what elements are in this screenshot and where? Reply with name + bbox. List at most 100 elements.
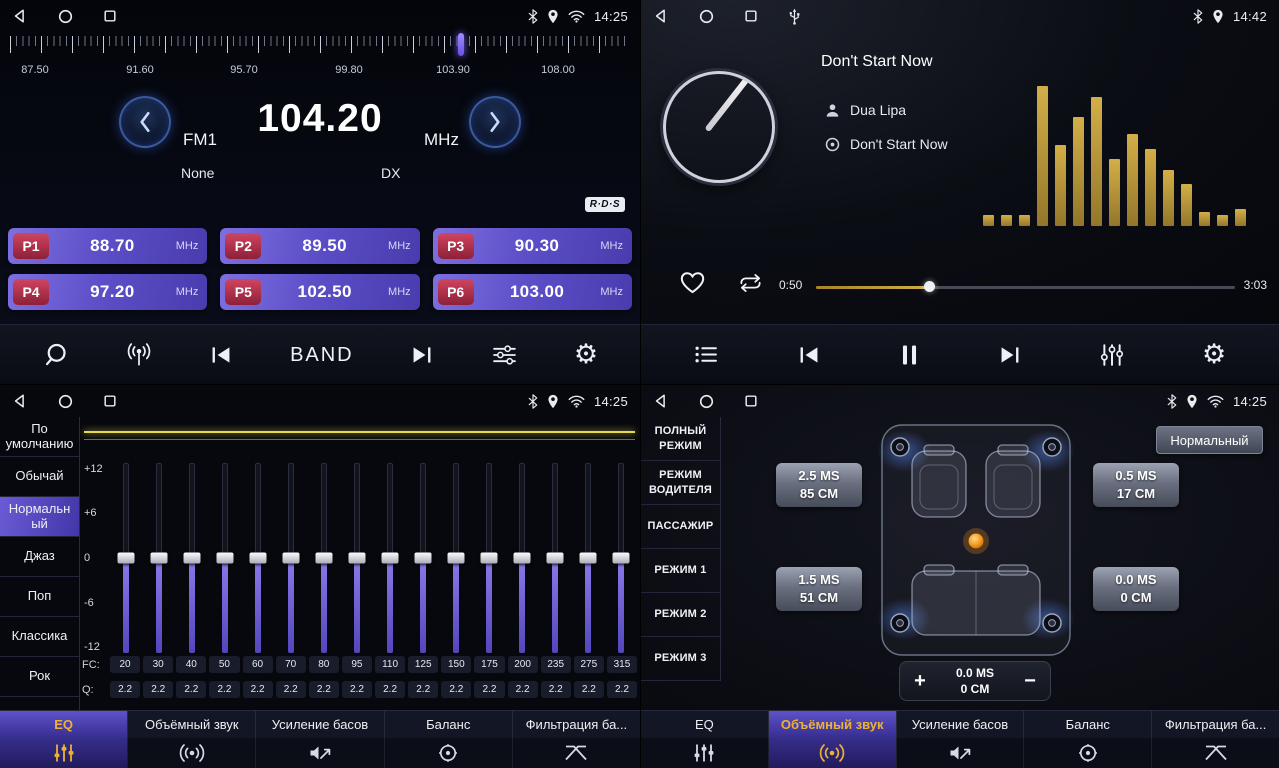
tune-down-button[interactable] bbox=[119, 96, 171, 148]
slider-handle[interactable] bbox=[612, 553, 629, 564]
eq-icon[interactable] bbox=[641, 738, 769, 768]
eq-band-slider-40[interactable] bbox=[176, 463, 209, 653]
surround-sound-icon[interactable] bbox=[769, 738, 897, 768]
tab-bass-boost[interactable]: Усиление басов bbox=[256, 711, 384, 738]
tab-surround-sound[interactable]: Объёмный звук bbox=[128, 711, 256, 738]
preset-P5[interactable]: P5102.50MHz bbox=[220, 274, 419, 310]
mode-item-4[interactable]: РЕЖИМ 1 bbox=[641, 549, 720, 593]
broadcast-button[interactable] bbox=[125, 342, 153, 368]
slider-handle[interactable] bbox=[414, 553, 431, 564]
slider-handle[interactable] bbox=[250, 553, 267, 564]
slider-handle[interactable] bbox=[381, 553, 398, 564]
slider-handle[interactable] bbox=[513, 553, 530, 564]
mode-item-1[interactable]: ПОЛНЫЙ РЕЖИМ bbox=[641, 417, 720, 461]
slider-handle[interactable] bbox=[546, 553, 563, 564]
slider-handle[interactable] bbox=[579, 553, 596, 564]
tab-eq[interactable]: EQ bbox=[641, 711, 769, 738]
eq-band-slider-50[interactable] bbox=[209, 463, 242, 653]
bass-boost-icon[interactable] bbox=[897, 738, 1025, 768]
eq-preset-item-1[interactable]: По умолчанию bbox=[0, 417, 79, 457]
mode-item-6[interactable]: РЕЖИМ 3 bbox=[641, 637, 720, 681]
delay-increase-button[interactable]: + bbox=[900, 671, 940, 691]
home-button[interactable] bbox=[58, 9, 73, 24]
eq-preset-item-2[interactable]: Обычай bbox=[0, 457, 79, 497]
slider-handle[interactable] bbox=[349, 553, 366, 564]
equalizer-button[interactable] bbox=[491, 344, 518, 366]
home-button[interactable] bbox=[58, 394, 73, 409]
settings-button[interactable]: ⚙ bbox=[1202, 341, 1226, 368]
surround-sound-icon[interactable] bbox=[128, 738, 256, 768]
bass-boost-icon[interactable] bbox=[256, 738, 384, 768]
tab-balance[interactable]: Баланс bbox=[385, 711, 513, 738]
eq-band-slider-175[interactable] bbox=[472, 463, 505, 653]
scan-button[interactable] bbox=[42, 341, 69, 368]
tab-eq[interactable]: EQ bbox=[0, 711, 128, 738]
previous-station-button[interactable] bbox=[208, 344, 234, 366]
mode-item-5[interactable]: РЕЖИМ 2 bbox=[641, 593, 720, 637]
eq-preset-item-3[interactable]: Нормальный bbox=[0, 497, 79, 537]
slider-handle[interactable] bbox=[480, 553, 497, 564]
delay-rear-left[interactable]: 1.5 MS 51 CM bbox=[776, 567, 862, 611]
eq-band-slider-70[interactable] bbox=[275, 463, 308, 653]
tab-surround-sound[interactable]: Объёмный звук bbox=[769, 711, 897, 738]
preset-P4[interactable]: P497.20MHz bbox=[8, 274, 207, 310]
band-button[interactable]: BAND bbox=[290, 345, 354, 365]
mode-item-3[interactable]: ПАССАЖИР bbox=[641, 505, 720, 549]
eq-band-slider-110[interactable] bbox=[374, 463, 407, 653]
settings-button[interactable]: ⚙ bbox=[574, 341, 598, 368]
slider-handle[interactable] bbox=[118, 553, 135, 564]
eq-band-slider-20[interactable] bbox=[110, 463, 143, 653]
slider-handle[interactable] bbox=[151, 553, 168, 564]
eq-band-slider-200[interactable] bbox=[505, 463, 538, 653]
frequency-scale[interactable]: 87.5091.6095.7099.80103.90108.00 bbox=[10, 34, 630, 82]
playlist-button[interactable] bbox=[694, 345, 719, 364]
slider-handle[interactable] bbox=[217, 553, 234, 564]
slider-handle[interactable] bbox=[184, 553, 201, 564]
preset-P6[interactable]: P6103.00MHz bbox=[433, 274, 632, 310]
repeat-button[interactable] bbox=[737, 272, 764, 294]
back-button[interactable] bbox=[12, 393, 28, 409]
eq-band-slider-60[interactable] bbox=[242, 463, 275, 653]
filter-icon[interactable] bbox=[1152, 738, 1279, 768]
eq-preset-item-6[interactable]: Классика bbox=[0, 617, 79, 657]
recents-button[interactable] bbox=[103, 9, 117, 23]
tab-filter[interactable]: Фильтрация ба... bbox=[1152, 711, 1279, 738]
slider-handle[interactable] bbox=[447, 553, 464, 564]
eq-band-slider-30[interactable] bbox=[143, 463, 176, 653]
mode-item-2[interactable]: РЕЖИМ ВОДИТЕЛЯ bbox=[641, 461, 720, 505]
tab-bass-boost[interactable]: Усиление басов bbox=[897, 711, 1025, 738]
eq-preset-item-4[interactable]: Джаз bbox=[0, 537, 79, 577]
next-station-button[interactable] bbox=[409, 344, 435, 366]
back-button[interactable] bbox=[653, 8, 669, 24]
tune-up-button[interactable] bbox=[469, 96, 521, 148]
favorite-button[interactable] bbox=[679, 270, 706, 295]
sound-preset-badge[interactable]: Нормальный bbox=[1156, 426, 1263, 454]
slider-handle[interactable] bbox=[316, 553, 333, 564]
next-track-button[interactable] bbox=[997, 344, 1023, 366]
progress-thumb[interactable] bbox=[924, 281, 935, 292]
eq-band-slider-150[interactable] bbox=[439, 463, 472, 653]
preset-P1[interactable]: P188.70MHz bbox=[8, 228, 207, 264]
delay-rear-right[interactable]: 0.0 MS 0 CM bbox=[1093, 567, 1179, 611]
eq-band-slider-315[interactable] bbox=[604, 463, 637, 653]
eq-band-slider-95[interactable] bbox=[341, 463, 374, 653]
preset-P2[interactable]: P289.50MHz bbox=[220, 228, 419, 264]
recents-button[interactable] bbox=[744, 9, 758, 23]
equalizer-button[interactable] bbox=[1100, 343, 1124, 367]
eq-band-slider-275[interactable] bbox=[571, 463, 604, 653]
eq-icon[interactable] bbox=[0, 738, 128, 768]
delay-front-left[interactable]: 2.5 MS 85 CM bbox=[776, 463, 862, 507]
eq-preset-item-7[interactable]: Рок bbox=[0, 657, 79, 697]
seat-diagram[interactable] bbox=[876, 421, 1076, 661]
filter-icon[interactable] bbox=[513, 738, 640, 768]
slider-handle[interactable] bbox=[283, 553, 300, 564]
recents-button[interactable] bbox=[744, 394, 758, 408]
recents-button[interactable] bbox=[103, 394, 117, 408]
tab-balance[interactable]: Баланс bbox=[1024, 711, 1152, 738]
back-button[interactable] bbox=[12, 8, 28, 24]
pause-button[interactable] bbox=[900, 343, 919, 367]
tab-filter[interactable]: Фильтрация ба... bbox=[513, 711, 640, 738]
preset-P3[interactable]: P390.30MHz bbox=[433, 228, 632, 264]
progress-slider[interactable] bbox=[816, 280, 1235, 294]
balance-icon[interactable] bbox=[1024, 738, 1152, 768]
